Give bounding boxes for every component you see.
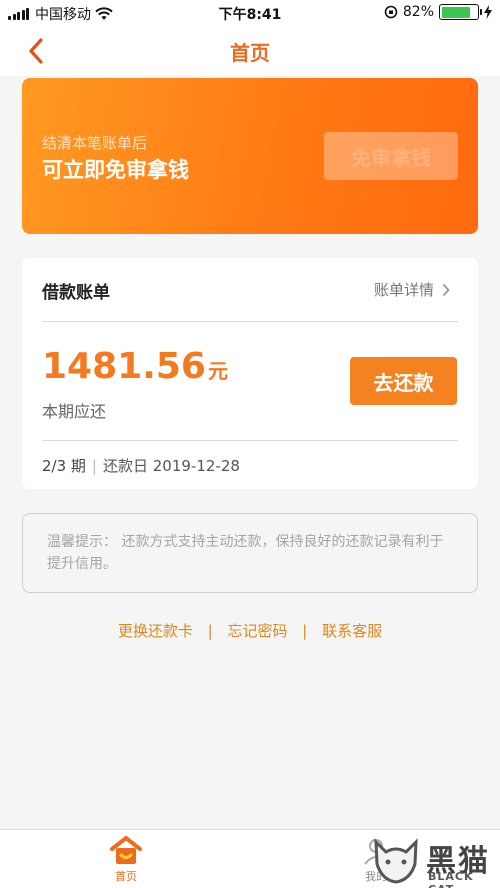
- amount-label: 本期应还: [42, 402, 107, 421]
- promo-banner: 结清本笔账单后 可立即免审拿钱 免审拿钱: [22, 78, 478, 234]
- bill-card: 借款账单 账单详情 1481.56 元 本期应还 去还款 2/3 期 | 还款日…: [22, 258, 478, 489]
- home-icon: [110, 836, 142, 864]
- status-right: 82%: [384, 4, 492, 20]
- bill-title: 借款账单: [42, 283, 110, 303]
- battery-icon: [439, 4, 482, 20]
- status-bar: 中国移动 下午8:41 82%: [0, 0, 500, 26]
- bill-detail-label: 账单详情: [373, 281, 434, 299]
- link-separator: |: [207, 622, 213, 640]
- back-button[interactable]: [22, 36, 50, 66]
- charging-icon: [484, 5, 492, 19]
- period-row: 2/3 期 | 还款日 2019-12-28: [42, 455, 240, 476]
- period-label: 2/3 期: [42, 457, 86, 475]
- nav-bar: 首页: [0, 26, 500, 76]
- bill-detail-link[interactable]: 账单详情: [374, 279, 450, 300]
- amount-unit: 元: [207, 359, 228, 383]
- period-separator: |: [91, 456, 97, 475]
- forgot-password-link[interactable]: 忘记密码: [227, 622, 287, 640]
- tab-home-label: 首页: [115, 870, 137, 883]
- no-review-cash-button[interactable]: 免审拿钱: [324, 132, 458, 180]
- black-cat-watermark: 黑猫 BLACK CAT: [368, 832, 498, 888]
- divider: [42, 321, 458, 322]
- tip-text: 温馨提示： 还款方式支持主动还款，保持良好的还款记录有利于提升信用。: [47, 534, 444, 572]
- battery-percent: 82%: [402, 4, 434, 20]
- chevron-left-icon: [29, 38, 43, 64]
- divider: [42, 440, 458, 441]
- tab-home[interactable]: 首页: [104, 836, 148, 884]
- orientation-lock-icon: [384, 5, 398, 19]
- battery-fill: [441, 6, 471, 18]
- repay-button[interactable]: 去还款: [350, 357, 457, 405]
- link-separator: |: [302, 622, 308, 640]
- amount-due: 1481.56 元: [42, 346, 228, 387]
- watermark-sub: BLACK CAT: [428, 870, 474, 888]
- contact-service-link[interactable]: 联系客服: [322, 622, 382, 640]
- tip-box: 温馨提示： 还款方式支持主动还款，保持良好的还款记录有利于提升信用。: [22, 513, 478, 593]
- due-date: 还款日 2019-12-28: [102, 457, 240, 475]
- change-card-link[interactable]: 更换还款卡: [118, 622, 193, 640]
- action-links: 更换还款卡 | 忘记密码 | 联系客服: [0, 620, 500, 641]
- promo-headline: 可立即免审拿钱: [42, 158, 189, 182]
- chevron-right-icon: [442, 283, 450, 296]
- page-title: 首页: [230, 40, 270, 65]
- black-cat-logo-icon: [374, 838, 418, 884]
- amount-value: 1481.56: [42, 346, 206, 387]
- promo-subtitle: 结清本笔账单后: [42, 134, 148, 152]
